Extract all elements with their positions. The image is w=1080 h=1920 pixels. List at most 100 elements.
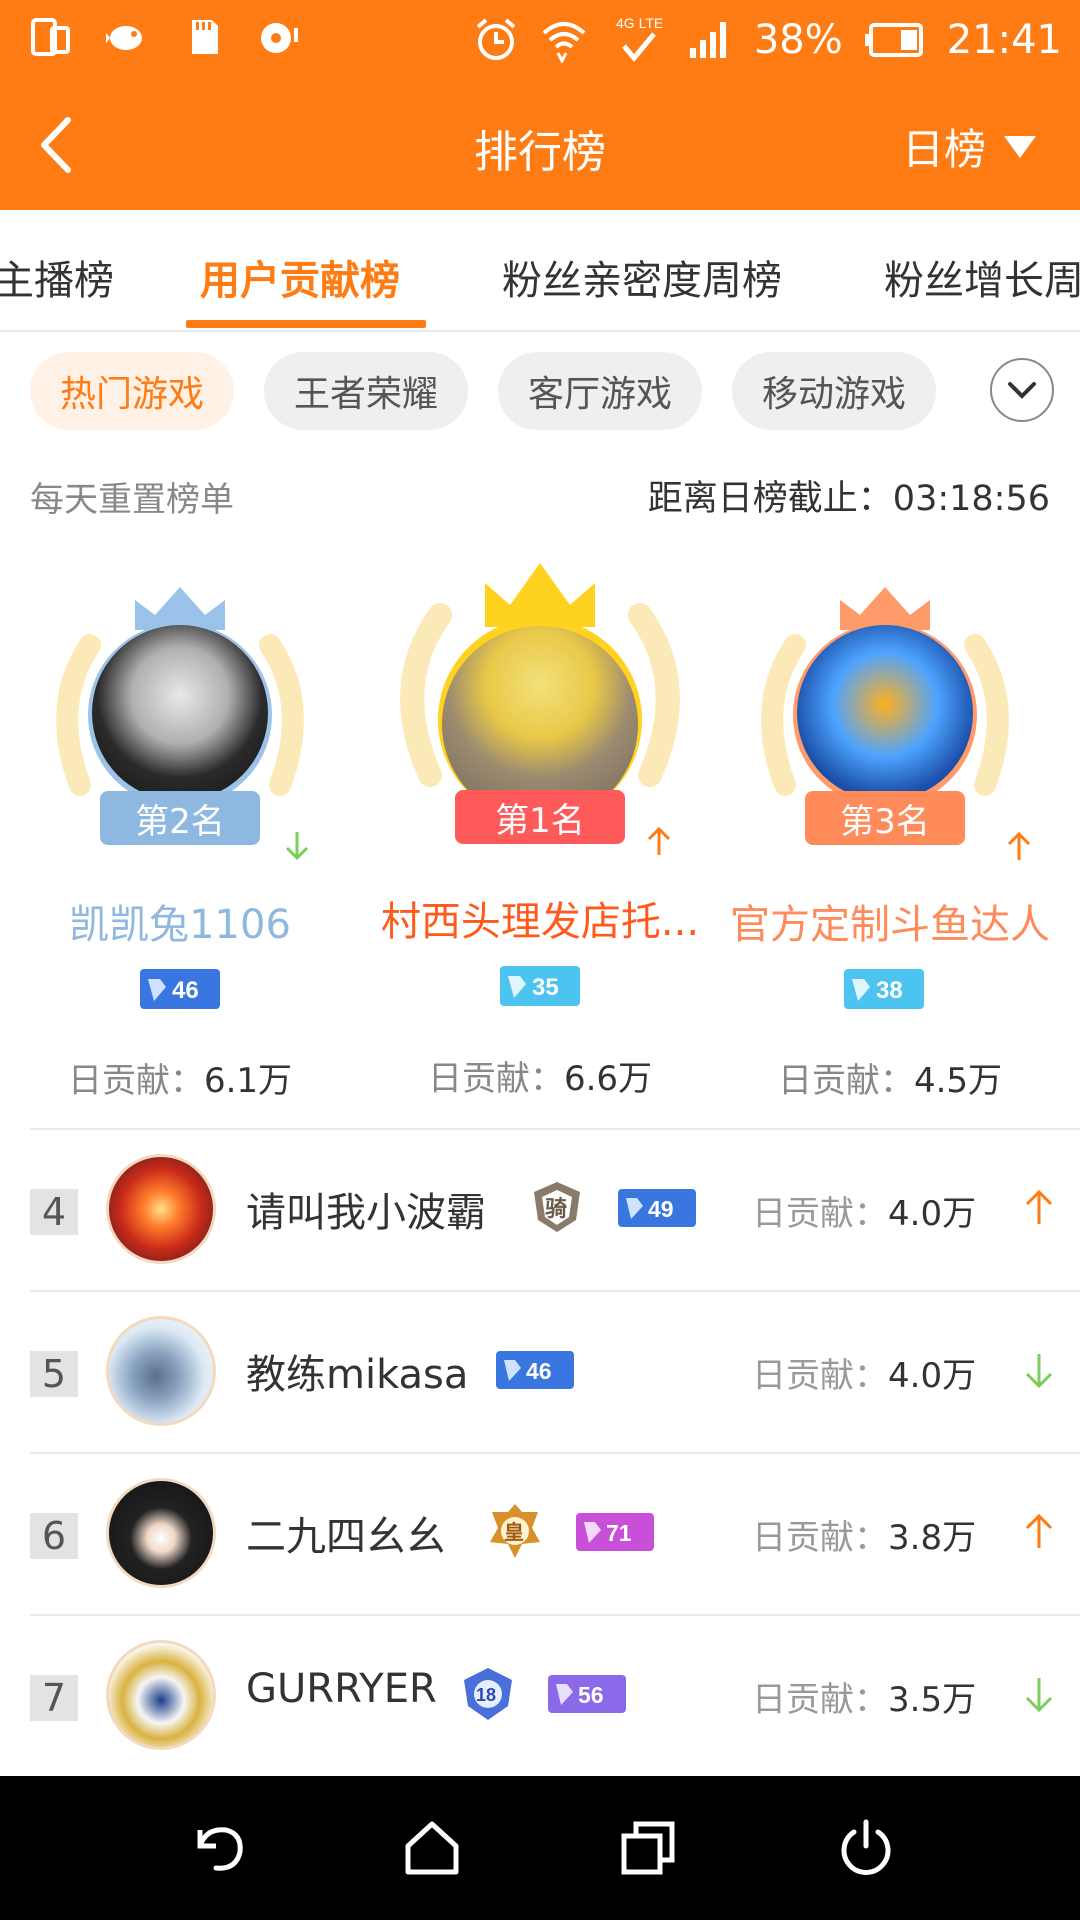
trend-down-icon <box>285 832 309 861</box>
period-dropdown[interactable]: 日榜 <box>902 116 1036 177</box>
level-badge: 38 <box>844 969 924 1009</box>
trend-up-icon <box>1007 831 1031 860</box>
contrib-value: 6.1万 <box>203 1061 293 1101</box>
level-badge: 46 <box>140 969 220 1009</box>
battery-percent: 38% <box>753 17 843 63</box>
user-name: GURRYER <box>246 1666 437 1712</box>
countdown-value: 03:18:56 <box>892 479 1050 519</box>
svg-text:46: 46 <box>526 1358 552 1384</box>
level-badge: 49 <box>618 1189 696 1227</box>
top-contribution: 日贡献：6.1万 <box>20 1053 340 1102</box>
list-item[interactable]: 7 GURRYER 18 56 日贡献：3.5万 <box>0 1616 1080 1778</box>
chip-mobile-games[interactable]: 移动游戏 <box>732 352 936 430</box>
rank-number: 4 <box>30 1189 78 1235</box>
avatar <box>92 625 268 801</box>
tab-user-contribution[interactable]: 用户贡献榜 <box>200 248 400 306</box>
svg-text:18: 18 <box>476 1685 496 1705</box>
level-badge: 35 <box>500 966 580 1006</box>
svg-text:46: 46 <box>172 977 199 1004</box>
tab-fan-growth[interactable]: 粉丝增长周 <box>884 248 1080 306</box>
chip-honor-of-kings[interactable]: 王者荣耀 <box>264 352 468 430</box>
ranking-tabs: 主播榜 用户贡献榜 粉丝亲密度周榜 粉丝增长周 <box>0 210 1080 332</box>
contribution: 日贡献：3.5万 <box>752 1672 976 1721</box>
contribution: 日贡献：3.8万 <box>752 1510 976 1559</box>
signal-bars-icon <box>689 22 726 58</box>
svg-text:皇: 皇 <box>504 1520 524 1544</box>
svg-text:骑: 骑 <box>545 1197 567 1222</box>
battery-icon <box>864 23 923 57</box>
countdown: 距离日榜截止：03:18:56 <box>648 470 1050 521</box>
status-bar: 4G LTE 38% 21:41 <box>0 0 1080 80</box>
lte-signal-icon: 4G LTE <box>616 15 663 62</box>
contrib-value: 4.0万 <box>888 1356 977 1396</box>
svg-text:38: 38 <box>876 977 903 1004</box>
svg-text:71: 71 <box>606 1520 632 1546</box>
chip-hot-games[interactable]: 热门游戏 <box>30 352 234 430</box>
active-tab-indicator <box>186 320 426 328</box>
top-user-name: 官方定制斗鱼达人 <box>730 902 1050 948</box>
podium-first[interactable]: 第1名 村西头理发店托... 35 日贡献：6.6万 <box>380 555 700 1099</box>
contrib-label: 日贡献： <box>752 1518 888 1558</box>
sd-card-icon <box>192 20 218 54</box>
disc-icon <box>261 23 298 53</box>
back-nav-icon[interactable] <box>186 1816 250 1880</box>
rank-number: 7 <box>30 1675 78 1721</box>
trend-down-icon <box>1025 1678 1053 1713</box>
list-item[interactable]: 5 教练mikasa 46 日贡献：4.0万 <box>0 1292 1080 1454</box>
rank-ribbon: 第1名 <box>455 790 625 844</box>
clock-time: 21:41 <box>946 17 1062 63</box>
contrib-value: 4.0万 <box>888 1194 977 1234</box>
top-user-name: 村西头理发店托... <box>380 899 700 945</box>
recent-apps-icon[interactable] <box>616 1816 680 1880</box>
svg-text:35: 35 <box>532 974 559 1001</box>
list-item[interactable]: 6 二九四幺幺 皇 71 日贡献：3.8万 <box>0 1454 1080 1616</box>
contrib-label: 日贡献： <box>752 1194 888 1234</box>
avatar <box>106 1640 216 1750</box>
trend-up-icon <box>1025 1189 1053 1224</box>
rank-ribbon: 第2名 <box>100 791 260 845</box>
avatar <box>106 1478 216 1588</box>
contrib-label: 日贡献： <box>777 1061 914 1101</box>
phone-tablet-icon <box>31 18 70 56</box>
level-badge: 71 <box>576 1513 654 1551</box>
alarm-icon <box>476 18 516 60</box>
chip-living-room-games[interactable]: 客厅游戏 <box>498 352 702 430</box>
top-contribution: 日贡献：6.6万 <box>380 1051 700 1100</box>
knight-medal-icon: 骑 <box>534 1182 580 1232</box>
power-icon[interactable] <box>834 1816 898 1880</box>
trend-down-icon <box>1025 1354 1053 1389</box>
reset-note: 每天重置榜单 <box>30 480 234 520</box>
tab-fan-intimacy[interactable]: 粉丝亲密度周榜 <box>502 248 782 306</box>
contrib-value: 4.5万 <box>913 1061 1003 1101</box>
svg-text:4G LTE: 4G LTE <box>616 15 663 31</box>
contrib-value: 3.8万 <box>888 1518 977 1558</box>
wifi-icon <box>542 22 586 63</box>
podium-third[interactable]: 第3名 官方定制斗鱼达人 38 日贡献：4.5万 <box>730 555 1060 1101</box>
expand-categories-button[interactable] <box>990 358 1054 422</box>
home-icon[interactable] <box>400 1816 464 1880</box>
rank-ribbon: 第3名 <box>805 791 965 845</box>
avatar <box>106 1316 216 1426</box>
list-item[interactable]: 4 请叫我小波霸 骑 49 日贡献：4.0万 <box>0 1130 1080 1292</box>
level-badge: 56 <box>548 1675 626 1713</box>
title-bar: 排行榜 日榜 <box>0 80 1080 210</box>
user-name: 教练mikasa <box>246 1352 469 1398</box>
trend-up-icon <box>647 826 671 855</box>
period-label: 日榜 <box>901 125 986 174</box>
rank-number: 5 <box>30 1351 78 1397</box>
tab-streamer[interactable]: 主播榜 <box>0 248 114 306</box>
podium-second[interactable]: 第2名 凯凯兔1106 46 日贡献：6.1万 <box>20 555 340 1101</box>
contrib-value: 6.6万 <box>563 1059 653 1099</box>
contribution: 日贡献：4.0万 <box>752 1348 976 1397</box>
caret-down-icon <box>1004 135 1036 158</box>
contrib-label: 日贡献： <box>752 1680 888 1720</box>
contrib-value: 3.5万 <box>888 1680 977 1720</box>
countdown-label: 距离日榜截止： <box>647 479 893 519</box>
top-contribution: 日贡献：4.5万 <box>730 1053 1050 1102</box>
category-chips: 热门游戏 王者荣耀 客厅游戏 移动游戏 <box>30 352 936 432</box>
user-name: 请叫我小波霸 <box>246 1190 486 1236</box>
emperor-medal-icon: 皇 <box>490 1504 540 1558</box>
chevron-down-icon <box>1008 382 1036 399</box>
user-name: 二九四幺幺 <box>246 1514 446 1560</box>
fish-app-icon <box>106 26 142 50</box>
